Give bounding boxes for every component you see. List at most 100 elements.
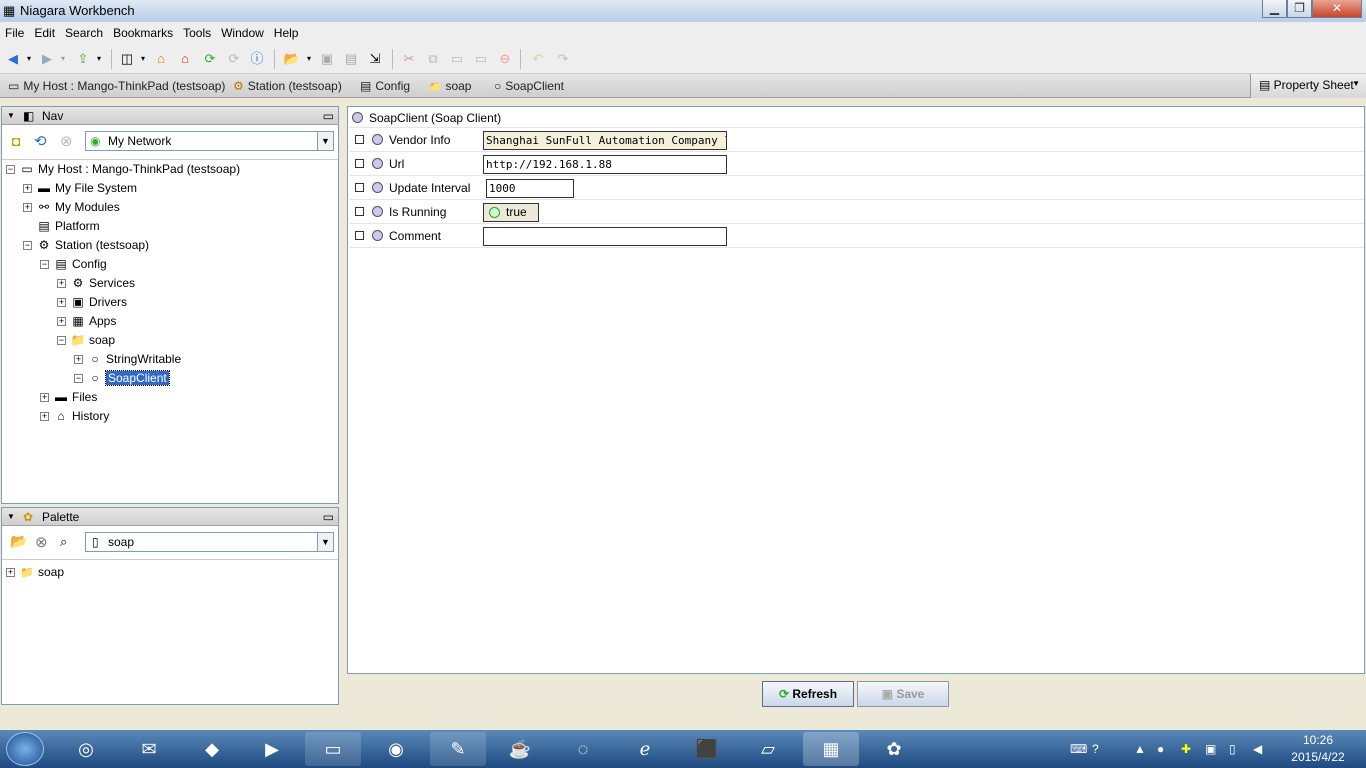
- forward-dropdown-icon[interactable]: ▾: [54, 50, 72, 68]
- breadcrumb-soap[interactable]: 📁 soap: [429, 79, 471, 93]
- update-interval-field[interactable]: 1000: [486, 179, 574, 198]
- tree-node[interactable]: − ▤ Config: [2, 255, 338, 274]
- taskbar-niagara-icon[interactable]: ▦: [803, 732, 859, 766]
- breadcrumb-host[interactable]: ▭ My Host : Mango-ThinkPad (testsoap): [8, 79, 225, 93]
- refresh-icon[interactable]: ⟳: [201, 50, 219, 68]
- close-tree-icon[interactable]: ⊗: [60, 132, 73, 150]
- undo-icon[interactable]: ↶: [529, 50, 547, 68]
- collapse-icon[interactable]: −: [23, 241, 32, 251]
- save-icon[interactable]: ▣: [318, 50, 336, 68]
- maximize-button[interactable]: ❐: [1287, 0, 1312, 18]
- taskbar-app-icon[interactable]: ✉: [121, 732, 177, 766]
- panel-maximize-icon[interactable]: ▭: [323, 508, 334, 526]
- breadcrumb-soapclient[interactable]: ○ SoapClient: [494, 79, 564, 93]
- close-palette-icon[interactable]: ⊗: [35, 533, 48, 551]
- breadcrumb-config[interactable]: ▤ Config: [360, 79, 410, 93]
- expand-icon[interactable]: +: [57, 298, 66, 308]
- close-button[interactable]: ✕: [1312, 0, 1362, 18]
- minimize-button[interactable]: ▁: [1262, 0, 1287, 18]
- sync-icon[interactable]: ⟳: [225, 50, 243, 68]
- expand-icon[interactable]: +: [40, 412, 49, 422]
- save-all-icon[interactable]: ▤: [342, 50, 360, 68]
- tree-node[interactable]: + ⚯ My Modules: [2, 198, 338, 217]
- tree-node[interactable]: ▤ Platform: [2, 217, 338, 236]
- panel-maximize-icon[interactable]: ▭: [323, 107, 334, 125]
- property-checkbox[interactable]: [355, 231, 364, 240]
- taskbar-app-icon[interactable]: ◆: [184, 732, 240, 766]
- taskbar-pdf-icon[interactable]: ⬛: [679, 732, 735, 766]
- show-hidden-icons-icon[interactable]: ▲: [1134, 742, 1146, 756]
- property-checkbox[interactable]: [355, 135, 364, 144]
- taskbar-app-icon[interactable]: ◌: [555, 732, 611, 766]
- panel-collapse-icon[interactable]: ▼: [7, 508, 15, 526]
- expand-icon[interactable]: +: [57, 279, 66, 289]
- expand-icon[interactable]: +: [23, 184, 32, 194]
- tree-node[interactable]: + ▬ Files: [2, 388, 338, 407]
- property-checkbox[interactable]: [355, 183, 364, 192]
- expand-icon[interactable]: +: [74, 355, 83, 365]
- start-button[interactable]: [6, 732, 44, 766]
- open-dropdown-icon[interactable]: ▾: [300, 50, 318, 68]
- menu-file[interactable]: File: [0, 22, 29, 40]
- find-palette-icon[interactable]: ⌕: [60, 534, 67, 550]
- back-dropdown-icon[interactable]: ▾: [20, 50, 38, 68]
- duplicate-icon[interactable]: ▭: [472, 50, 490, 68]
- menu-help[interactable]: Help: [269, 22, 304, 40]
- help-icon[interactable]: ?: [1092, 742, 1099, 756]
- taskbar-app-icon[interactable]: ▱: [740, 732, 796, 766]
- property-checkbox[interactable]: [355, 207, 364, 216]
- clock-time[interactable]: 10:26: [1288, 733, 1348, 747]
- taskbar-chrome-icon[interactable]: ◉: [368, 732, 424, 766]
- collapse-icon[interactable]: −: [57, 336, 66, 346]
- palette-tree-node[interactable]: + 📁 soap: [2, 560, 338, 579]
- network-combo[interactable]: ◉ My Network ▼: [85, 131, 334, 151]
- tree-node[interactable]: + ⌂ History: [2, 407, 338, 426]
- save-button[interactable]: ▣ Save: [857, 681, 949, 707]
- clock-date[interactable]: 2015/4/22: [1280, 750, 1356, 764]
- breadcrumb-station[interactable]: ⚙ Station (testsoap): [233, 79, 342, 93]
- palette-combo[interactable]: ▯ soap ▼: [85, 532, 334, 552]
- taskbar-explorer-icon[interactable]: ▭: [305, 732, 361, 766]
- menu-edit[interactable]: Edit: [29, 22, 60, 40]
- tree-node[interactable]: − ⚙ Station (testsoap): [2, 236, 338, 255]
- collapse-icon[interactable]: −: [6, 165, 15, 175]
- collapse-icon[interactable]: −: [74, 374, 83, 384]
- menu-bookmarks[interactable]: Bookmarks: [108, 22, 178, 40]
- device-icon[interactable]: ▯: [1229, 742, 1236, 756]
- view-selector-dropdown[interactable]: ▤ Property Sheet ▼: [1250, 74, 1366, 98]
- home-icon[interactable]: ⌂: [176, 50, 194, 68]
- tree-node[interactable]: − ▭ My Host : Mango-ThinkPad (testsoap): [2, 160, 338, 179]
- collapse-icon[interactable]: −: [40, 260, 49, 270]
- sync-tree-icon[interactable]: ⟲: [34, 132, 47, 150]
- taskbar-app-icon[interactable]: ◎: [58, 732, 114, 766]
- taskbar-app-icon[interactable]: ▶: [244, 732, 300, 766]
- taskbar-paint-icon[interactable]: ✿: [866, 732, 922, 766]
- taskbar-ie-icon[interactable]: ℯ: [617, 732, 673, 766]
- new-tab-icon[interactable]: ◘: [12, 133, 20, 149]
- plus-icon[interactable]: ✚: [1181, 742, 1191, 756]
- taskbar-javaee-icon[interactable]: ☕: [492, 732, 548, 766]
- open-folder-icon[interactable]: ⌂: [152, 50, 170, 68]
- expand-icon[interactable]: +: [6, 568, 15, 578]
- comment-field[interactable]: [483, 227, 727, 246]
- open-palette-icon[interactable]: 📂: [10, 533, 27, 550]
- tree-node[interactable]: − 📁 soap: [2, 331, 338, 350]
- network-icon[interactable]: ▣: [1205, 742, 1216, 756]
- tree-node[interactable]: + ▣ Drivers: [2, 293, 338, 312]
- menu-window[interactable]: Window: [216, 22, 269, 40]
- side-bar-dropdown-icon[interactable]: ▾: [134, 50, 152, 68]
- tree-node[interactable]: + ⚙ Services: [2, 274, 338, 293]
- expand-icon[interactable]: +: [23, 203, 32, 213]
- expand-icon[interactable]: +: [57, 317, 66, 327]
- redo-icon[interactable]: ↷: [554, 50, 572, 68]
- panel-collapse-icon[interactable]: ▼: [7, 107, 15, 125]
- tree-node[interactable]: + ○ StringWritable: [2, 350, 338, 369]
- menu-search[interactable]: Search: [60, 22, 108, 40]
- export-icon[interactable]: ⇲: [366, 50, 384, 68]
- tree-node[interactable]: + ▦ Apps: [2, 312, 338, 331]
- menu-tools[interactable]: Tools: [178, 22, 216, 40]
- tree-node[interactable]: + ▬ My File System: [2, 179, 338, 198]
- paste-icon[interactable]: ▭: [448, 50, 466, 68]
- open-icon[interactable]: 📂: [283, 50, 301, 68]
- url-field[interactable]: http://192.168.1.88: [483, 155, 727, 174]
